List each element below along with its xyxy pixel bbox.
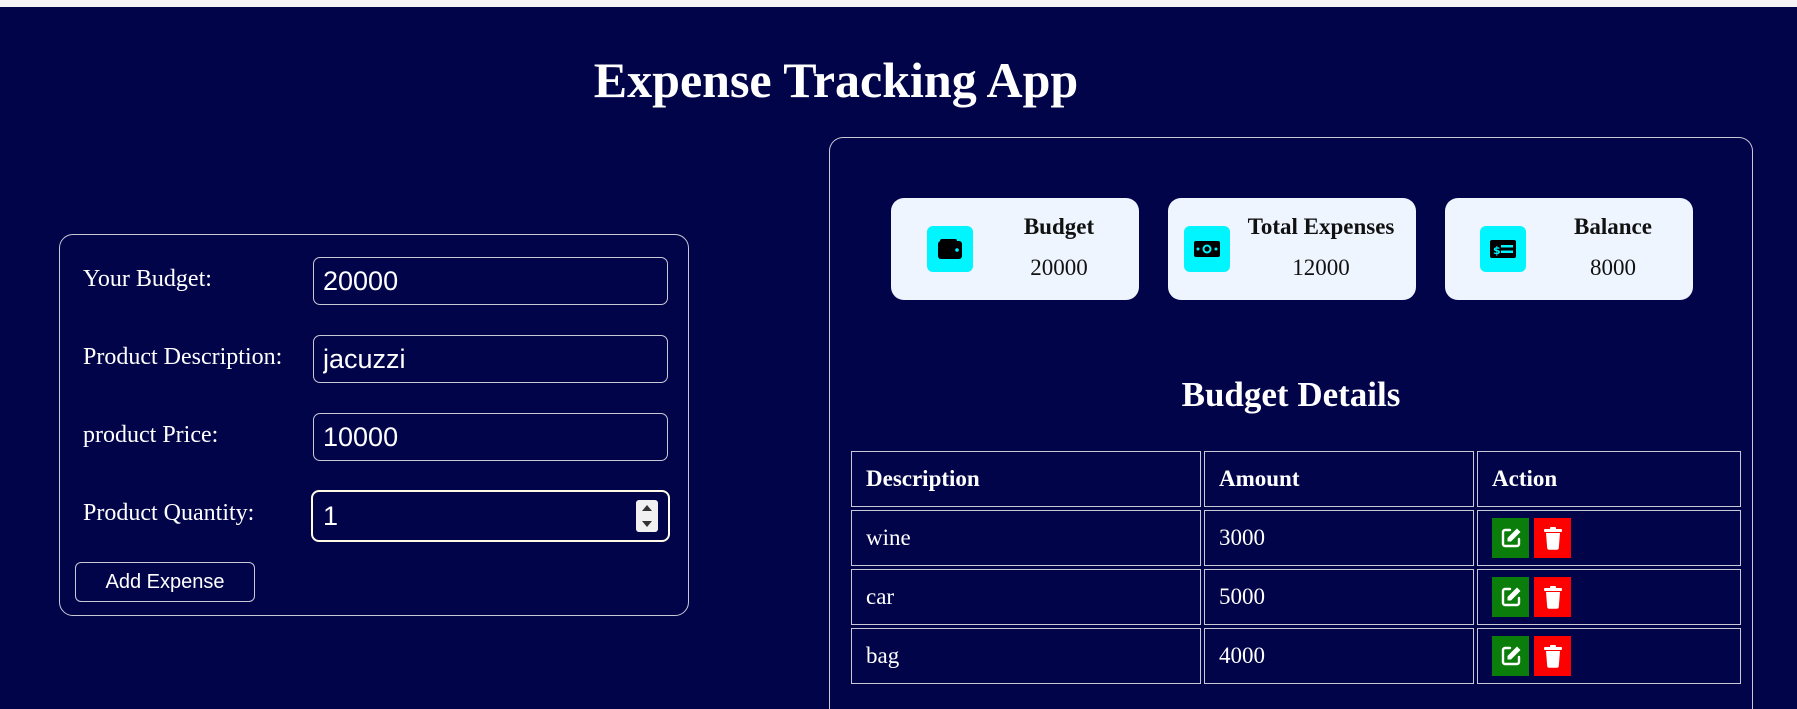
chevron-up-icon	[642, 505, 652, 511]
balance-card-title: Balance	[1574, 214, 1652, 239]
quantity-spinner	[636, 500, 658, 532]
table-row: car 5000	[851, 569, 1741, 625]
price-label: product Price:	[83, 422, 219, 448]
delete-button[interactable]	[1534, 577, 1571, 617]
delete-button[interactable]	[1534, 636, 1571, 676]
budget-details-title: Budget Details	[1181, 375, 1401, 414]
table-header-row: Description Amount Action	[851, 451, 1741, 507]
chevron-down-icon	[642, 521, 652, 527]
budget-card: Budget 20000	[891, 198, 1139, 300]
budget-label: Your Budget:	[83, 266, 212, 292]
expense-form-panel: Your Budget: Product Description: produc…	[59, 234, 689, 616]
spin-up-button[interactable]	[636, 500, 658, 516]
row-amount: 3000	[1204, 510, 1474, 566]
description-label: Product Description:	[83, 344, 283, 370]
price-input[interactable]	[313, 413, 668, 461]
edit-button[interactable]	[1492, 518, 1529, 558]
delete-button[interactable]	[1534, 518, 1571, 558]
budget-input[interactable]	[313, 257, 668, 305]
row-amount: 5000	[1204, 569, 1474, 625]
money-check-icon: $	[1480, 226, 1526, 272]
browser-top-bar	[0, 0, 1797, 7]
money-bill-icon	[1184, 226, 1230, 272]
row-amount: 4000	[1204, 628, 1474, 684]
spin-down-button[interactable]	[636, 516, 658, 532]
summary-panel: Budget 20000 Total Expenses 12000 $ Bala…	[829, 137, 1753, 709]
quantity-label: Product Quantity:	[83, 500, 255, 526]
total-expenses-card-value: 12000	[1292, 255, 1350, 280]
balance-card: $ Balance 8000	[1445, 198, 1693, 300]
budget-details-table: Description Amount Action wine 3000 car	[848, 448, 1744, 687]
trash-icon	[1543, 527, 1562, 550]
budget-card-value: 20000	[1030, 255, 1088, 280]
table-row: bag 4000	[851, 628, 1741, 684]
quantity-field	[311, 490, 670, 542]
edit-icon	[1501, 587, 1520, 607]
row-actions	[1477, 569, 1741, 625]
row-description: car	[851, 569, 1201, 625]
balance-card-value: 8000	[1590, 255, 1636, 280]
edit-icon	[1501, 646, 1520, 666]
column-header-amount: Amount	[1204, 451, 1474, 507]
description-input[interactable]	[313, 335, 668, 383]
row-description: bag	[851, 628, 1201, 684]
total-expenses-card-title: Total Expenses	[1247, 214, 1395, 239]
app-title: Expense Tracking App	[593, 52, 1079, 108]
column-header-action: Action	[1477, 451, 1741, 507]
svg-text:$: $	[1493, 244, 1501, 257]
edit-icon	[1501, 528, 1520, 548]
row-actions	[1477, 628, 1741, 684]
budget-card-title: Budget	[1023, 214, 1095, 239]
edit-button[interactable]	[1492, 577, 1529, 617]
wallet-icon	[927, 226, 973, 272]
row-description: wine	[851, 510, 1201, 566]
edit-button[interactable]	[1492, 636, 1529, 676]
row-actions	[1477, 510, 1741, 566]
trash-icon	[1543, 645, 1562, 668]
quantity-input[interactable]	[313, 492, 633, 540]
add-expense-button[interactable]: Add Expense	[75, 562, 255, 602]
column-header-description: Description	[851, 451, 1201, 507]
trash-icon	[1543, 586, 1562, 609]
table-row: wine 3000	[851, 510, 1741, 566]
total-expenses-card: Total Expenses 12000	[1168, 198, 1416, 300]
